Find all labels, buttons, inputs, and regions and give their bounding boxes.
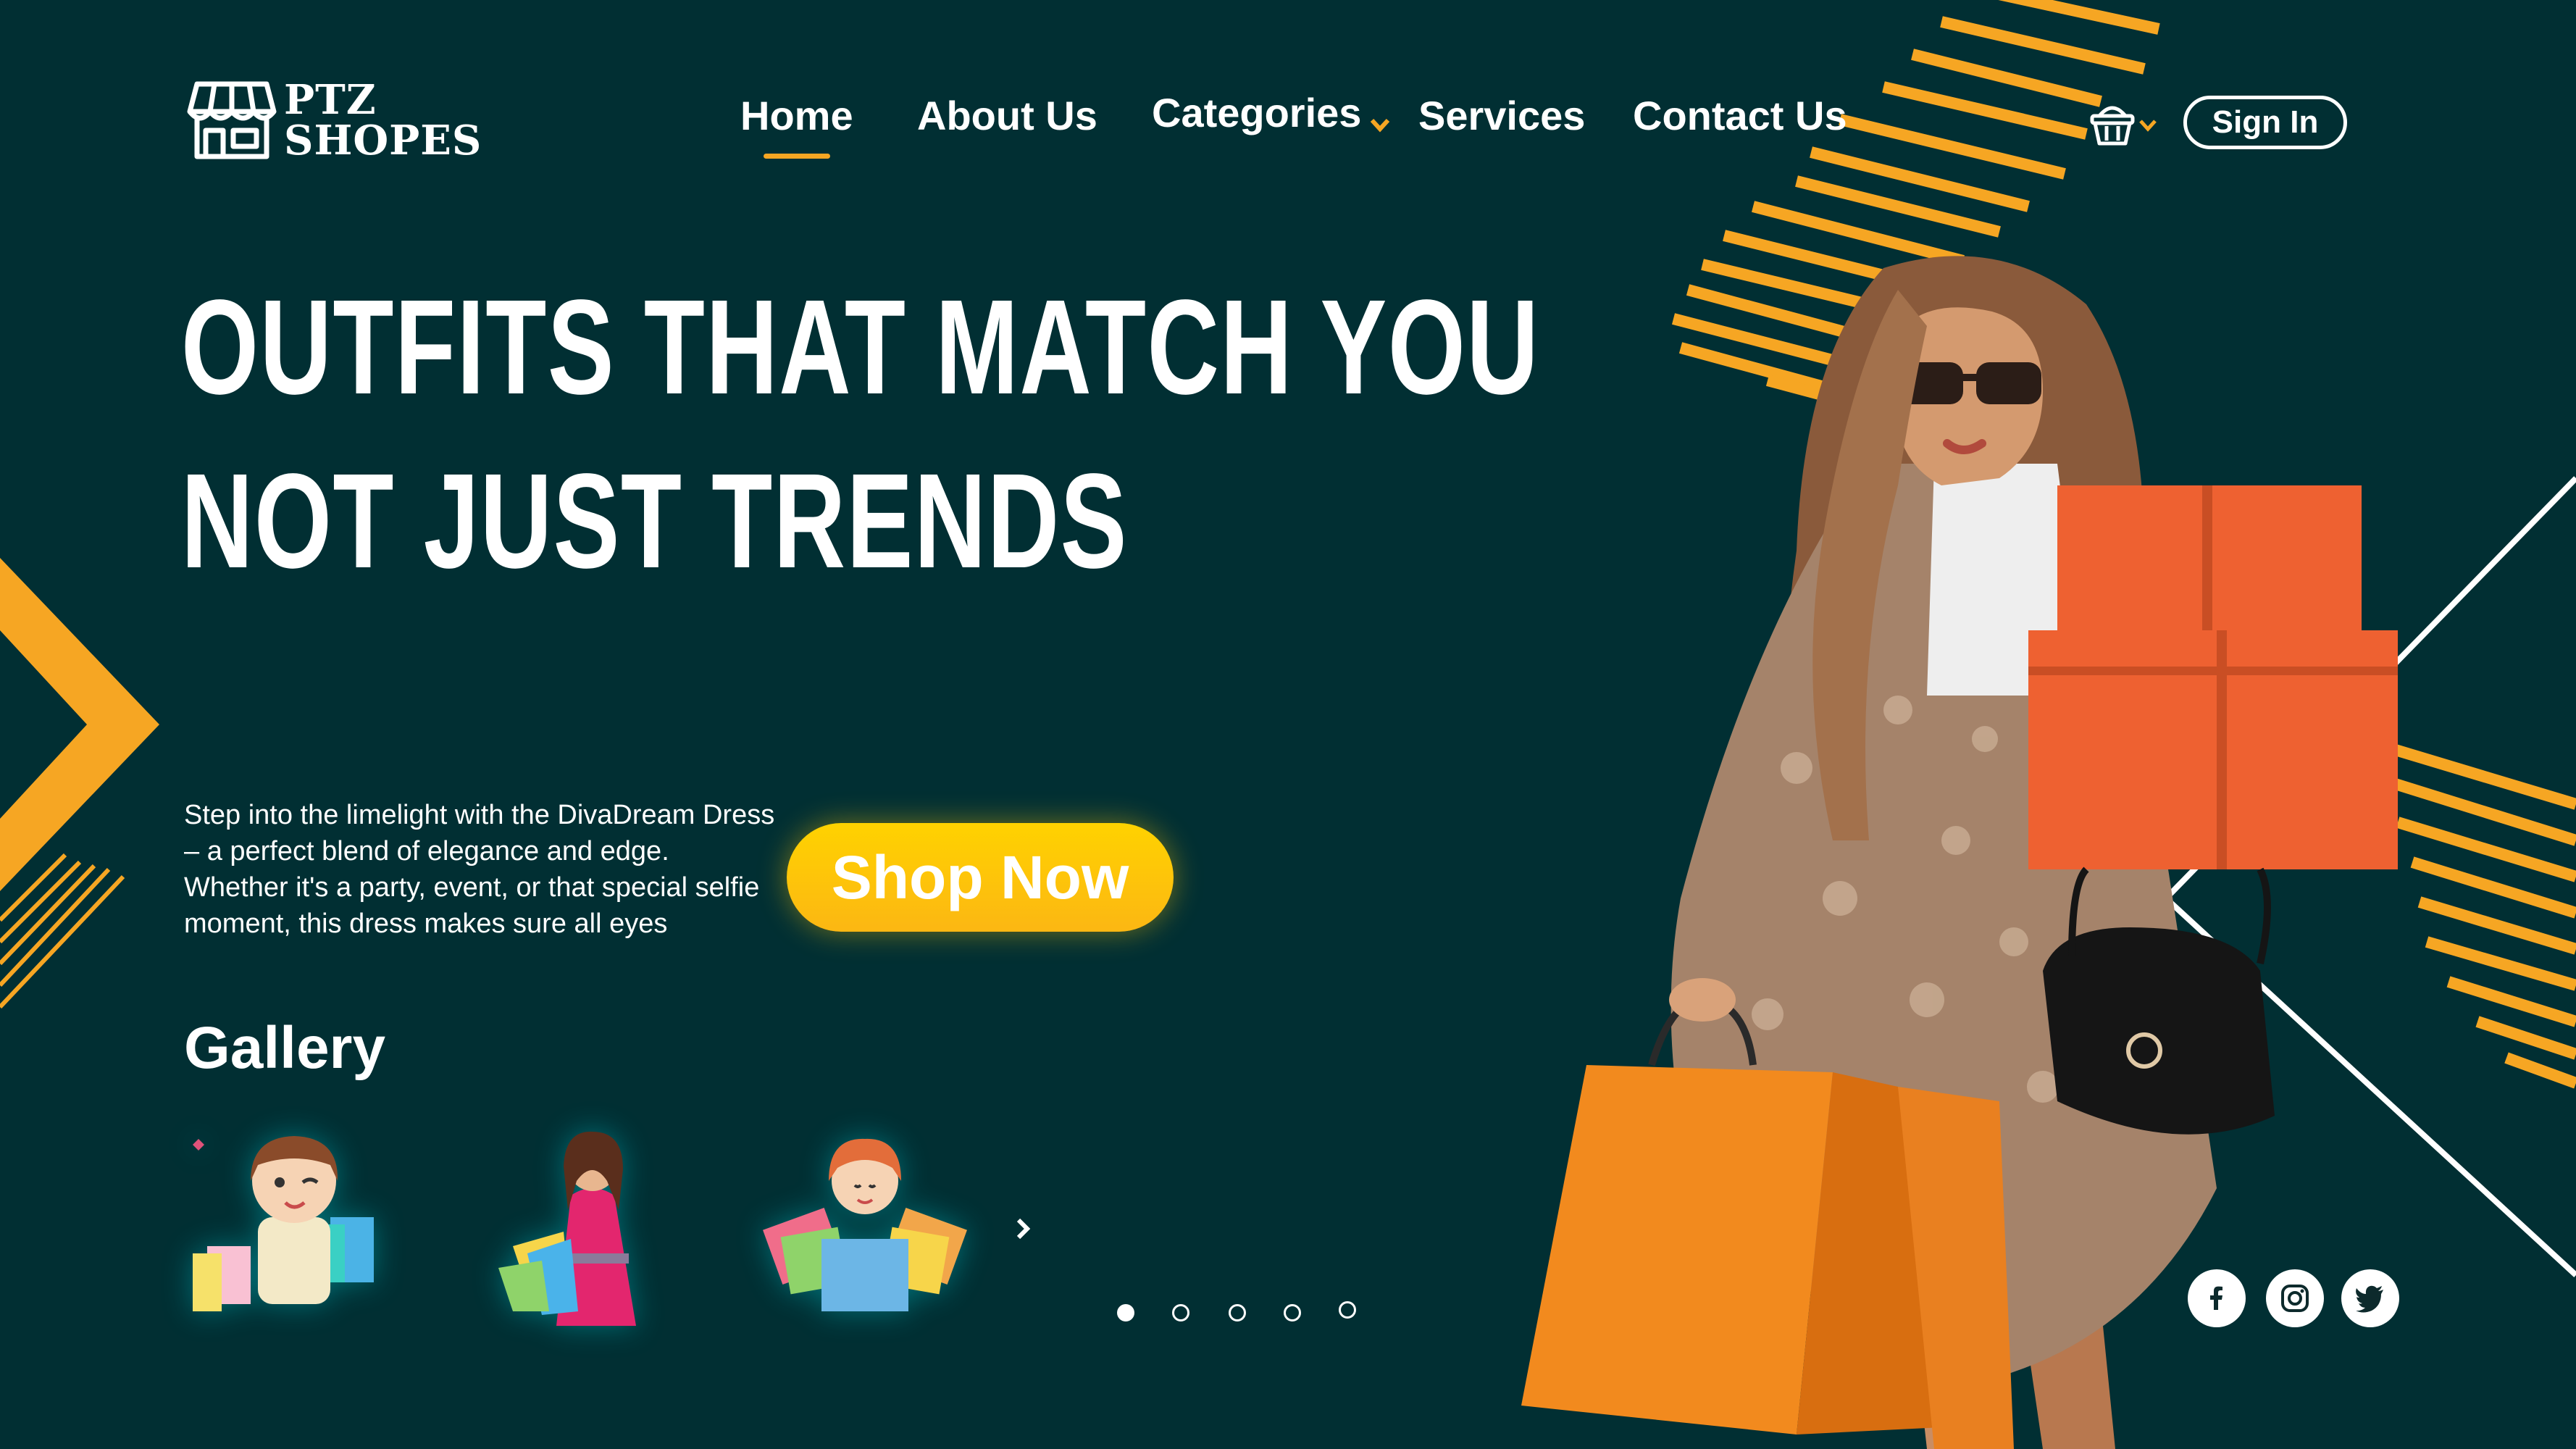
- twitter-button[interactable]: [2341, 1269, 2399, 1327]
- nav-services[interactable]: Services: [1418, 96, 1585, 136]
- instagram-icon: [2281, 1285, 2309, 1312]
- brand-name-line1: PTZ: [284, 76, 377, 124]
- sign-in-button[interactable]: Sign In: [2183, 96, 2347, 149]
- cart-dropdown-chevron-icon[interactable]: [2138, 117, 2157, 133]
- twitter-icon: [2356, 1285, 2383, 1313]
- carousel-dot-2[interactable]: [1172, 1304, 1189, 1321]
- nav-home[interactable]: Home: [740, 96, 853, 136]
- brand-logo[interactable]: PTZ SHOPES: [187, 78, 482, 162]
- carousel-dot-4[interactable]: [1284, 1304, 1301, 1321]
- shop-now-button[interactable]: Shop Now: [787, 823, 1174, 932]
- carousel-dot-3[interactable]: [1229, 1304, 1246, 1321]
- gallery-thumbnail-woman-pink-dress[interactable]: [484, 1130, 701, 1326]
- nav-home-active-indicator: [764, 154, 830, 159]
- hero-description: Step into the limelight with the DivaDre…: [184, 800, 775, 939]
- hero-headline-line2: NOT JUST TRENDS: [181, 446, 1128, 596]
- gallery-thumbnail-cartoon-shopper[interactable]: [178, 1130, 396, 1326]
- nav-contact-us[interactable]: Contact Us: [1633, 96, 1847, 136]
- carousel-dot-1[interactable]: [1117, 1304, 1134, 1321]
- chevron-right-icon[interactable]: [1013, 1216, 1034, 1242]
- chevron-down-icon[interactable]: [1369, 116, 1391, 133]
- instagram-button[interactable]: [2266, 1269, 2324, 1327]
- facebook-button[interactable]: [2188, 1269, 2246, 1327]
- nav-categories[interactable]: Categories: [1152, 93, 1361, 133]
- hero-shopper-illustration: [1521, 256, 2398, 1449]
- facebook-icon: [2210, 1286, 2222, 1310]
- carousel-dot-5[interactable]: [1339, 1301, 1356, 1319]
- storefront-icon: [187, 81, 277, 159]
- basket-icon[interactable]: [2089, 99, 2136, 148]
- hero-headline: OUTFITS THAT MATCH YOU NOT JUST TRENDS: [181, 261, 1540, 609]
- gallery-thumbnail-cartoon-woman-bags[interactable]: [756, 1130, 974, 1326]
- nav-about-us[interactable]: About Us: [917, 96, 1097, 136]
- gallery-title: Gallery: [184, 1015, 386, 1081]
- hero-headline-line1: OUTFITS THAT MATCH YOU: [181, 272, 1540, 422]
- brand-name-line2: SHOPES: [284, 117, 482, 164]
- brand-name: PTZ SHOPES: [284, 80, 482, 161]
